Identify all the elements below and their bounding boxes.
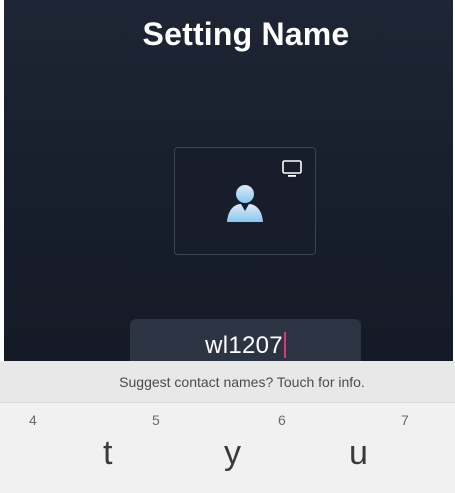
name-input-text-row: wl1207 <box>130 332 361 360</box>
page-title: Setting Name <box>142 16 350 52</box>
avatar-card[interactable] <box>174 147 316 255</box>
text-cursor <box>283 332 286 358</box>
screen: Setting Name wl1207 Suggest contact name… <box>0 0 455 493</box>
keyboard-key-r[interactable]: 4 <box>0 403 66 493</box>
keyboard-key-u[interactable]: 7 u <box>314 403 455 493</box>
monitor-icon[interactable] <box>281 160 303 178</box>
suggestion-text: Suggest contact names? Touch for info. <box>119 374 365 390</box>
key-hint: 5 <box>152 412 160 428</box>
key-letter: y <box>224 434 241 472</box>
app-area: Setting Name wl1207 <box>4 0 453 375</box>
suggestion-bar[interactable]: Suggest contact names? Touch for info. <box>0 361 455 403</box>
keyboard-key-y[interactable]: 6 y <box>190 403 314 493</box>
key-hint: 6 <box>278 412 286 428</box>
key-letter: u <box>349 434 368 472</box>
keyboard-key-t[interactable]: 5 t <box>66 403 190 493</box>
key-hint: 7 <box>401 412 409 428</box>
keyboard[interactable]: Suggest contact names? Touch for info. 4… <box>0 361 455 493</box>
name-input-value: wl1207 <box>205 332 283 359</box>
person-avatar-icon <box>227 185 263 222</box>
key-hint: 4 <box>29 412 37 428</box>
key-letter: t <box>103 434 113 472</box>
